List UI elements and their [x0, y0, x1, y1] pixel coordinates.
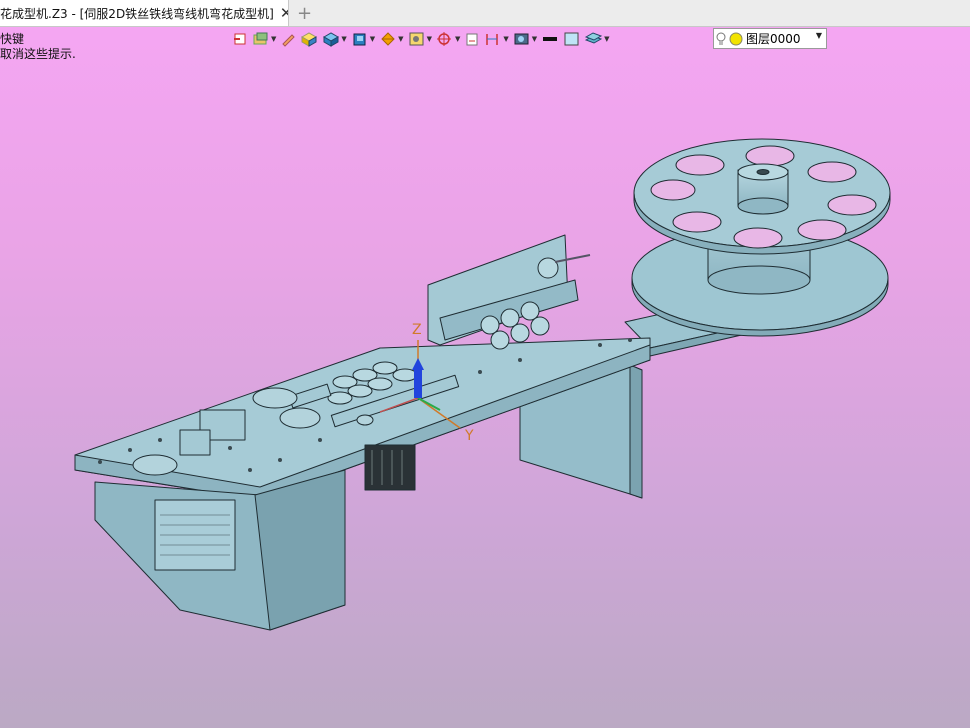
axis-y-label: Y	[464, 428, 474, 444]
axis-z-label: Z	[412, 322, 422, 338]
solid-icon[interactable]	[300, 28, 318, 50]
chevron-down-icon[interactable]: ▼	[816, 31, 822, 40]
dimension-icon[interactable]: ▼	[484, 28, 509, 50]
tab-bar: 花成型机.Z3 - [伺服2D铁丝铁线弯线机弯花成型机] ✕ +	[0, 0, 970, 27]
section-icon[interactable]: ▼	[379, 28, 404, 50]
render-icon[interactable]: ▼	[513, 28, 537, 50]
tab-title: 花成型机.Z3 - [伺服2D铁丝铁线弯线机弯花成型机]	[0, 6, 274, 21]
undo-icon[interactable]	[232, 28, 248, 50]
pencil-icon[interactable]	[280, 28, 296, 50]
view-toolbar: ▼ ▼ ▼ ▼ ▼ ▼ ▼ ▼ ▼	[232, 27, 610, 51]
new-tab-button[interactable]: +	[297, 3, 312, 24]
machine-model[interactable]: Z Y	[0, 0, 970, 728]
hint-line-1: 快键	[0, 32, 25, 46]
sketch-icon[interactable]	[464, 28, 480, 50]
document-tab[interactable]: 花成型机.Z3 - [伺服2D铁丝铁线弯线机弯花成型机] ✕	[0, 0, 289, 26]
line-color-icon[interactable]	[541, 28, 559, 50]
snap-icon[interactable]: ▼	[436, 28, 460, 50]
shaded-icon[interactable]: ▼	[351, 28, 375, 50]
layer-color-icon	[729, 32, 743, 45]
box-icon[interactable]: ▼	[322, 28, 347, 50]
hint-panel: 快键 取消这些提示.	[0, 32, 76, 62]
close-tab-icon[interactable]: ✕	[280, 4, 288, 22]
layer-name: 图层0000	[746, 32, 801, 46]
plane-icon[interactable]: ▼	[585, 28, 610, 50]
servo-motor	[364, 444, 416, 491]
face-color-icon[interactable]	[563, 28, 581, 50]
layer-dropdown[interactable]: 图层0000 ▼	[713, 28, 827, 49]
layers-icon[interactable]: ▼	[252, 28, 276, 50]
view-icon[interactable]: ▼	[408, 28, 432, 50]
hint-line-2[interactable]: 取消这些提示.	[0, 47, 76, 62]
lightbulb-icon[interactable]	[714, 31, 728, 47]
